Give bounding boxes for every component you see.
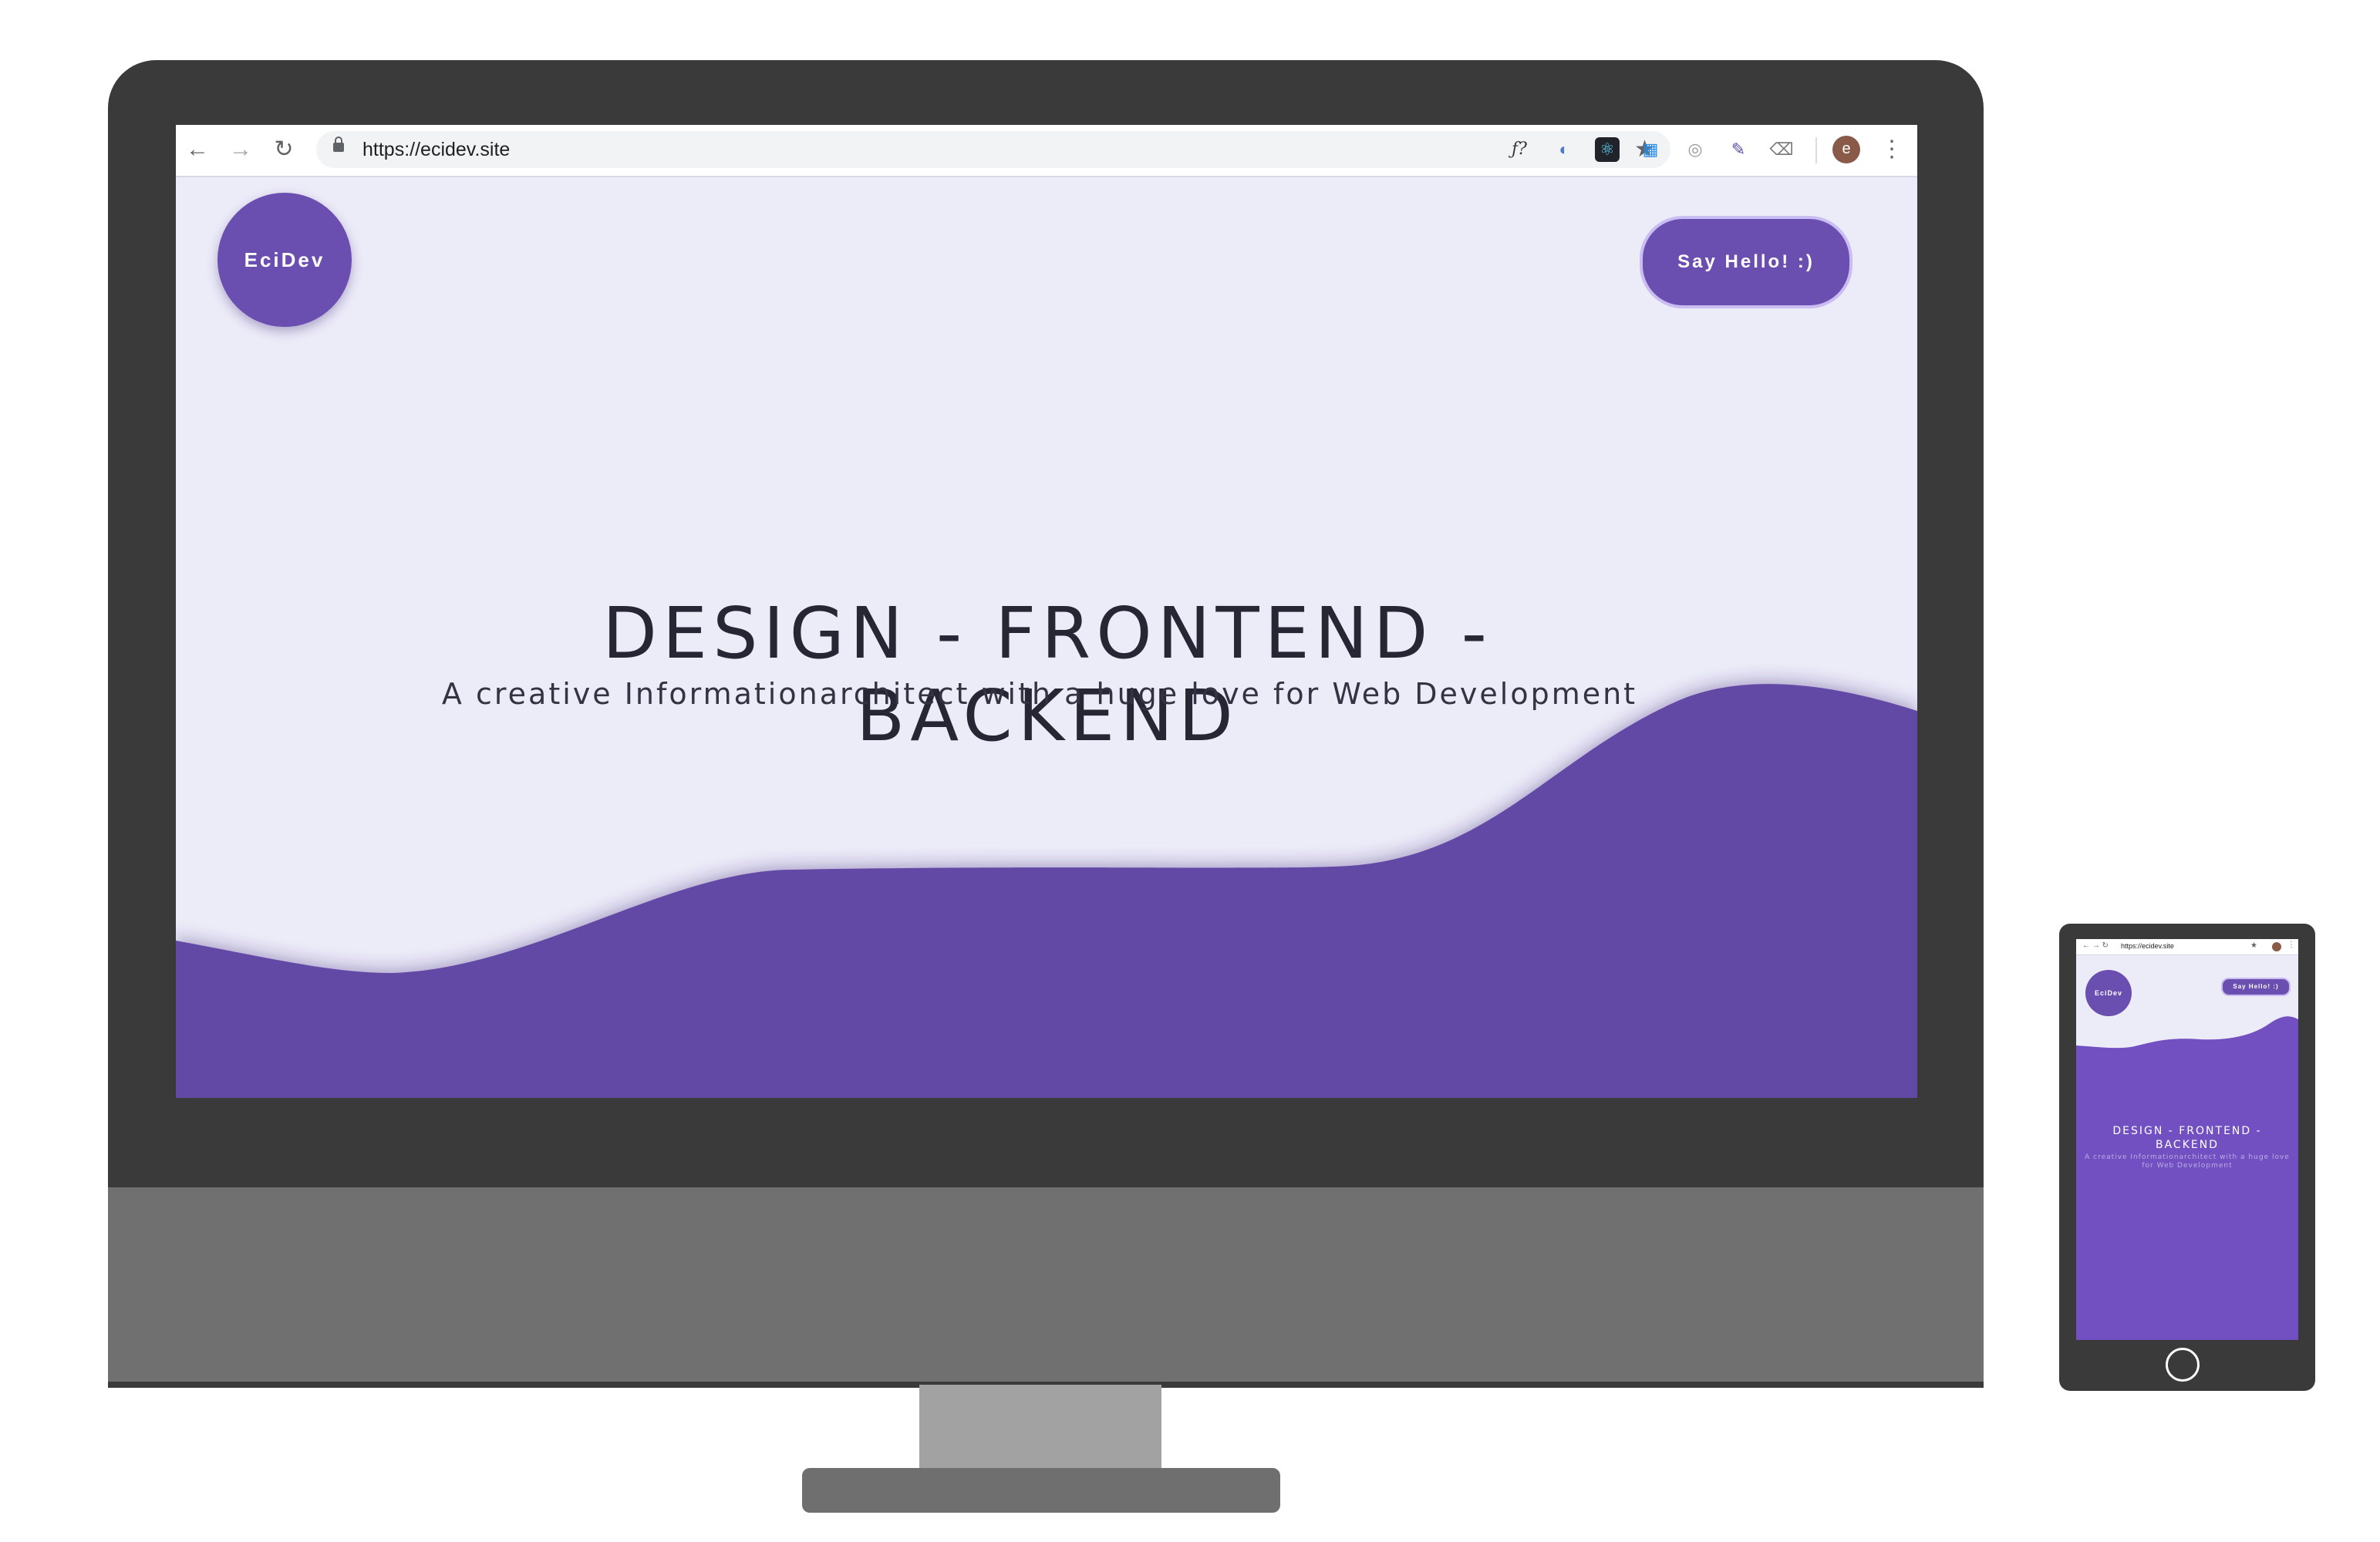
phone-profile-avatar[interactable] (2272, 942, 2281, 951)
reload-icon[interactable]: ↻ (270, 136, 298, 163)
react-devtools-icon[interactable]: ⚛ (1595, 137, 1620, 162)
extension-icon-blue[interactable]: ◐ (1552, 137, 1576, 162)
address-url: https://ecidev.site (362, 139, 511, 160)
site-logo[interactable]: EciDev (217, 193, 352, 327)
lock-icon (333, 136, 344, 152)
address-bar[interactable]: https://ecidev.site ★ (316, 131, 1670, 168)
dropper-extension-icon[interactable]: ◎ (1683, 137, 1707, 162)
monitor-stand-base (802, 1468, 1280, 1513)
hero-headline: DESIGN - FRONTEND - BACKEND (602, 592, 1492, 757)
monitor-stand-neck (919, 1385, 1161, 1471)
phone-bookmark-star-icon[interactable]: ★ (2250, 941, 2257, 950)
whatfont-icon[interactable]: ƒ? (1507, 137, 1532, 162)
eraser-extension-icon[interactable]: ⌫ (1769, 137, 1794, 162)
forward-arrow-icon[interactable]: → (227, 136, 255, 163)
phone-hero-headline: DESIGN - FRONTEND - BACKEND (2112, 1125, 2262, 1151)
eyedropper-icon[interactable]: ✎ (1726, 137, 1751, 162)
phone-more-menu-icon[interactable]: ⋮ (2287, 941, 2295, 949)
phone-screen: ← → ↻ https://ecidev.site ★ ⋮ EciDev Say… (2076, 939, 2298, 1340)
say-hello-button[interactable]: Say Hello! :) (1640, 216, 1852, 308)
browser-toolbar: ← → ↻ https://ecidev.site ★ ƒ? ◐ ⚛ ▦ ◎ ✎… (176, 125, 1917, 177)
calendar-extension-icon[interactable]: ▦ (1638, 137, 1663, 162)
toolbar-divider (1815, 137, 1817, 163)
back-arrow-icon[interactable]: ← (184, 136, 211, 163)
phone-say-hello-button[interactable]: Say Hello! :) (2221, 978, 2291, 996)
phone-hero-subheadline: A creative Informationarchitect with a h… (2085, 1153, 2290, 1170)
more-menu-icon[interactable]: ⋮ (1880, 134, 1903, 165)
monitor-chin (108, 1187, 1984, 1386)
hero-subheadline: A creative Informationarchitect with a h… (441, 677, 1638, 711)
phone-nav-icons[interactable]: ← → ↻ (2082, 941, 2109, 950)
profile-avatar[interactable]: e (1832, 136, 1860, 163)
phone-address-url[interactable]: https://ecidev.site (2121, 942, 2174, 950)
phone-site-logo[interactable]: EciDev (2085, 970, 2132, 1016)
desktop-screen: ← → ↻ https://ecidev.site ★ ƒ? ◐ ⚛ ▦ ◎ ✎… (176, 125, 1917, 1098)
phone-browser-toolbar: ← → ↻ https://ecidev.site ★ ⋮ (2076, 939, 2298, 955)
phone-home-button[interactable] (2166, 1348, 2200, 1382)
